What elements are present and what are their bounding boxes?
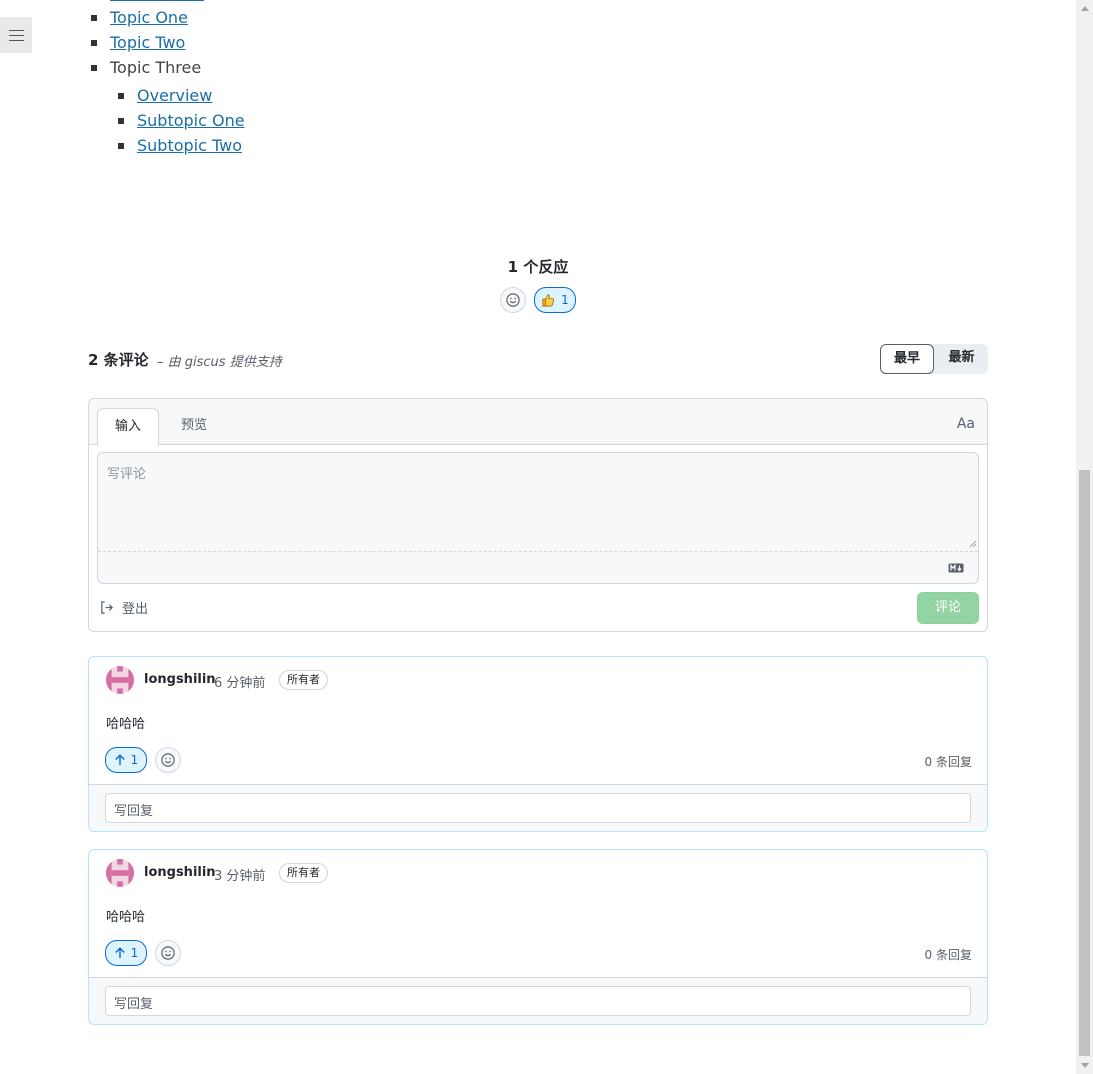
- arrow-up-icon: [114, 754, 125, 765]
- powered-by: – 由 giscus 提供支持: [157, 355, 282, 370]
- upvote-button[interactable]: 1: [105, 940, 147, 966]
- upvote-count: 1: [130, 946, 139, 960]
- arrow-up-icon: [114, 947, 125, 958]
- comment-placeholder: 写评论: [107, 467, 147, 482]
- menu-toggle-button[interactable]: [0, 17, 32, 53]
- font-toggle-button[interactable]: Aa: [957, 416, 975, 432]
- comment-author[interactable]: longshilin: [144, 672, 216, 687]
- toc-subitem-subtopic-one[interactable]: Subtopic One: [118, 111, 245, 130]
- truncated-link[interactable]: [110, 0, 204, 1]
- resize-handle-icon[interactable]: [970, 541, 976, 547]
- comments-count: 2 条评论: [88, 351, 149, 369]
- toc-link[interactable]: Subtopic Two: [137, 136, 242, 155]
- reply-placeholder: 写回复: [114, 804, 154, 819]
- comment-card: longshilin 6 分钟前 所有者 哈哈哈 1 0 条回复 写回复: [88, 656, 988, 832]
- bullet-icon: [91, 65, 97, 71]
- toc-item-topic-one[interactable]: Topic One: [91, 8, 188, 27]
- toc-link[interactable]: Subtopic One: [137, 111, 245, 130]
- identicon-icon: [106, 666, 134, 694]
- comment-author[interactable]: longshilin: [144, 865, 216, 880]
- comment-card: longshilin 3 分钟前 所有者 哈哈哈 1 0 条回复 写回复: [88, 849, 988, 1025]
- avatar[interactable]: [106, 666, 134, 694]
- reply-count: 0 条回复: [924, 948, 972, 962]
- tab-input[interactable]: 输入: [97, 408, 159, 446]
- hamburger-icon: [8, 29, 24, 41]
- toc-link[interactable]: Topic One: [110, 8, 188, 27]
- reactions-title: 1 个反应: [507, 258, 569, 276]
- tab-preview[interactable]: 预览: [169, 408, 219, 444]
- toc-item-topic-two[interactable]: Topic Two: [91, 33, 185, 52]
- toc-link[interactable]: Overview: [137, 86, 212, 105]
- signout-button[interactable]: 登出: [99, 598, 148, 617]
- smiley-icon: [506, 293, 520, 307]
- signout-label: 登出: [122, 602, 149, 617]
- comment-body: 哈哈哈: [106, 910, 146, 925]
- thumbs-up-reaction[interactable]: 1: [534, 287, 576, 313]
- editor-tabs: 输入 预览 Aa: [89, 399, 987, 446]
- toc-label: Topic Three: [110, 58, 202, 77]
- identicon-icon: [106, 859, 134, 887]
- smiley-icon: [161, 946, 175, 960]
- bullet-icon: [118, 93, 124, 99]
- reply-count: 0 条回复: [924, 755, 972, 769]
- smiley-icon: [161, 753, 175, 767]
- reply-footer: 写回复: [89, 784, 987, 831]
- comment-editor: 输入 预览 Aa 写评论 登出 评论: [88, 398, 988, 632]
- upvote-button[interactable]: 1: [105, 747, 147, 773]
- comment-time[interactable]: 3 分钟前: [214, 865, 265, 884]
- owner-badge: 所有者: [279, 670, 328, 690]
- toc-link[interactable]: Topic Two: [110, 33, 185, 52]
- markdown-icon: [948, 563, 964, 573]
- reply-input[interactable]: 写回复: [105, 986, 971, 1016]
- sort-newest-button[interactable]: 最新: [935, 344, 988, 372]
- reaction-count: 1: [561, 293, 569, 307]
- bullet-icon: [91, 40, 97, 46]
- sort-oldest-button[interactable]: 最早: [880, 344, 934, 374]
- comment-body: 哈哈哈: [106, 717, 146, 732]
- toc-subitem-overview[interactable]: Overview: [118, 86, 212, 105]
- textarea-divider: [98, 551, 978, 552]
- reply-input[interactable]: 写回复: [105, 793, 971, 823]
- upvote-count: 1: [130, 753, 139, 767]
- owner-badge: 所有者: [279, 863, 328, 883]
- scroll-down-icon[interactable]: [1076, 1057, 1093, 1074]
- reply-placeholder: 写回复: [114, 997, 154, 1012]
- toc-item-topic-three: Topic Three: [91, 58, 202, 77]
- submit-comment-button[interactable]: 评论: [917, 592, 979, 624]
- bullet-icon: [118, 118, 124, 124]
- bullet-icon: [91, 15, 97, 21]
- comment-textarea[interactable]: 写评论: [97, 452, 979, 584]
- scroll-up-icon[interactable]: [1076, 0, 1093, 17]
- toc-subitem-subtopic-two[interactable]: Subtopic Two: [118, 136, 242, 155]
- scrollbar-thumb[interactable]: [1079, 470, 1090, 1056]
- signout-icon: [101, 601, 113, 614]
- reply-footer: 写回复: [89, 977, 987, 1024]
- bullet-icon: [118, 143, 124, 149]
- page-scrollbar[interactable]: [1076, 0, 1093, 1074]
- add-reaction-button[interactable]: [155, 940, 181, 966]
- sort-toggle: 最早 最新: [880, 344, 988, 374]
- add-reaction-button[interactable]: [155, 747, 181, 773]
- add-reaction-button[interactable]: [500, 287, 526, 313]
- thumbs-up-icon: [542, 294, 555, 307]
- comment-time[interactable]: 6 分钟前: [214, 672, 265, 691]
- avatar[interactable]: [106, 859, 134, 887]
